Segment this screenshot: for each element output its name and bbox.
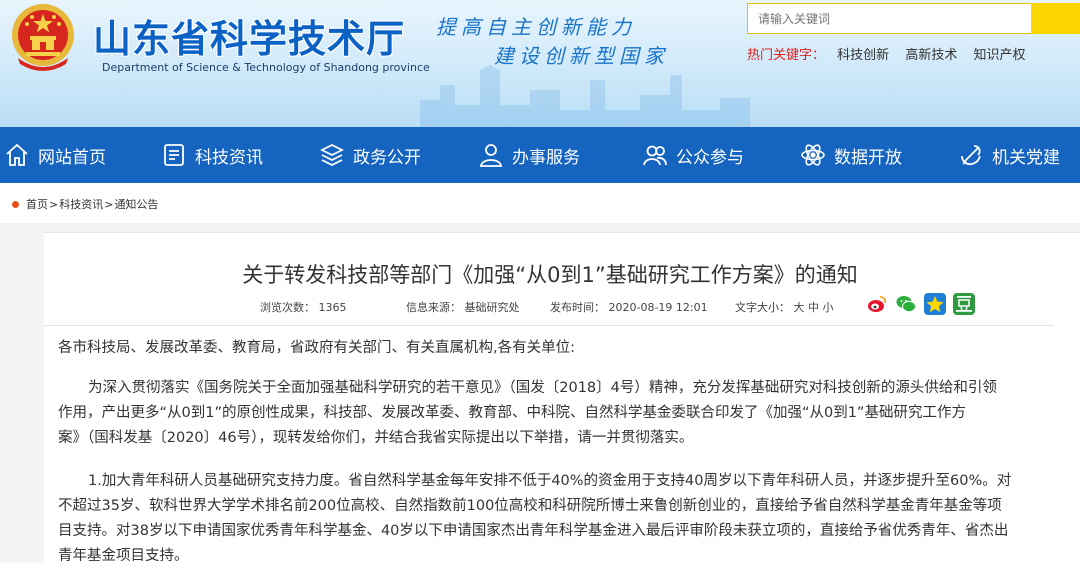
breadcrumb-dot-icon — [12, 200, 19, 208]
views-label: 浏览次数： — [260, 301, 315, 314]
nav-item-label: 机关党建 — [992, 147, 1060, 168]
views-count: 1365 — [318, 301, 347, 314]
nav-item-label: 政务公开 — [353, 147, 421, 168]
views-meta: 浏览次数： 1365 — [260, 299, 347, 315]
skyline-decoration — [420, 65, 750, 127]
nav-item-home[interactable]: 网站首页 — [4, 127, 106, 183]
paragraph-line: 1.加大青年科研人员基础研究支持力度。省自然科学基金每年安排不低于40%的资金用… — [88, 473, 1012, 489]
breadcrumb-separator: > — [49, 197, 59, 211]
people-icon — [643, 145, 667, 166]
hot-keyword-link[interactable]: 高新技术 — [905, 48, 957, 63]
breadcrumb-separator: > — [104, 197, 114, 211]
search-box — [747, 3, 1080, 34]
party-emblem-icon — [961, 145, 981, 166]
hot-keywords: 热门关键字： 科技创新 高新技术 知识产权 — [747, 44, 1037, 63]
breadcrumb-bar: 首页 > 科技资讯 > 通知公告 — [0, 183, 1080, 223]
meta-divider — [44, 325, 1054, 326]
hot-keyword-link[interactable]: 知识产权 — [973, 48, 1025, 63]
article-title: 关于转发科技部等部门《加强“从0到1”基础研究工作方案》的通知 — [242, 263, 858, 287]
font-size-label: 文字大小： — [735, 301, 790, 314]
article-panel: 关于转发科技部等部门《加强“从0到1”基础研究工作方案》的通知 浏览次数： 13… — [44, 232, 1080, 573]
salutation: 各市科技局、发展改革委、教育局，省政府有关部门、有关直属机构,各有关单位: — [58, 336, 575, 361]
qzone-star-icon[interactable] — [924, 293, 946, 315]
slogan-line-2: 建设创新型国家 — [494, 44, 669, 68]
hot-keywords-label: 热门关键字： — [747, 48, 826, 63]
paragraph-line: 为深入贯彻落实《国务院关于全面加强基础科学研究的若干意见》（国发〔2018〕4号… — [88, 380, 997, 396]
paragraph-line: 案》（国科发基〔2020〕46号），现转发给你们，并结合我省实际提出以下举措，请… — [58, 430, 694, 446]
person-service-icon — [479, 144, 503, 167]
nav-item-party[interactable]: 机关党建 — [958, 127, 1060, 183]
douban-icon[interactable] — [953, 293, 975, 315]
breadcrumb-link-home[interactable]: 首页 — [26, 196, 48, 212]
paragraph-line: 目支持。对38岁以下申请国家优秀青年科学基金、40岁以下申请国家杰出青年科学基金… — [58, 523, 1009, 539]
site-title-english: Department of Science & Technology of Sh… — [102, 61, 430, 74]
site-header: 山东省科学技术厅 Department of Science & Technol… — [0, 0, 1080, 127]
salutation-text: 各市科技局、发展改革委、教育局，省政府有关部门、有关直属机构,各有关单位: — [58, 340, 575, 356]
nav-item-label: 公众参与 — [676, 147, 744, 168]
breadcrumb-link-notices[interactable]: 通知公告 — [114, 196, 158, 212]
nav-item-services[interactable]: 办事服务 — [478, 127, 580, 183]
nav-item-label: 数据开放 — [834, 147, 902, 168]
source-value: 基础研究处 — [464, 301, 520, 314]
paragraph-line: 不超过35岁、软科世界大学学术排名前200位高校、自然指数前100位高校和科研院… — [58, 498, 1002, 514]
weibo-icon[interactable] — [866, 293, 888, 315]
layers-icon — [319, 143, 345, 167]
nav-item-label: 办事服务 — [512, 147, 580, 168]
nav-item-gov-affairs[interactable]: 政务公开 — [319, 127, 421, 183]
nav-item-label: 网站首页 — [38, 147, 106, 168]
breadcrumb-link-news[interactable]: 科技资讯 — [59, 196, 103, 212]
article-area: 关于转发科技部等部门《加强“从0到1”基础研究工作方案》的通知 浏览次数： 13… — [0, 223, 1080, 573]
font-size-large[interactable]: 大 — [794, 301, 805, 314]
nav-item-label: 科技资讯 — [195, 147, 263, 168]
font-size-medium[interactable]: 中 — [808, 301, 819, 314]
news-list-icon — [164, 144, 184, 166]
wechat-icon[interactable] — [895, 293, 917, 315]
nav-item-public[interactable]: 公众参与 — [642, 127, 744, 183]
nav-item-open-data[interactable]: 数据开放 — [800, 127, 902, 183]
paragraph-intro: 为深入贯彻落实《国务院关于全面加强基础科学研究的若干意见》（国发〔2018〕4号… — [58, 376, 997, 451]
hot-keyword-link[interactable]: 科技创新 — [837, 48, 889, 63]
breadcrumb: 首页 > 科技资讯 > 通知公告 — [12, 196, 158, 212]
main-nav: 网站首页 科技资讯 政务公开 办事服务 公众参与 数据开放 机关党建 — [0, 127, 1080, 183]
source-meta: 信息来源： 基础研究处 — [406, 299, 520, 315]
date-value: 2020-08-19 12:01 — [608, 301, 708, 314]
font-size-meta: 文字大小： 大 中 小 — [735, 299, 834, 315]
date-label: 发布时间： — [550, 301, 605, 314]
date-meta: 发布时间： 2020-08-19 12:01 — [550, 299, 708, 315]
font-size-small[interactable]: 小 — [823, 301, 834, 314]
paragraph-line: 作用，产出更多“从0到1”的原创性成果，科技部、发展改革委、教育部、中科院、自然… — [58, 405, 966, 421]
atom-icon — [801, 144, 825, 166]
source-label: 信息来源： — [406, 301, 461, 314]
nav-item-news[interactable]: 科技资讯 — [161, 127, 263, 183]
site-title: 山东省科学技术厅 — [93, 17, 406, 61]
paragraph-item-1: 1.加大青年科研人员基础研究支持力度。省自然科学基金每年安排不低于40%的资金用… — [58, 469, 1011, 569]
search-input[interactable] — [747, 3, 1031, 34]
slogan-line-1: 提高自主创新能力 — [436, 15, 636, 39]
home-icon — [6, 143, 28, 166]
paragraph-line: 青年基金项目支持。 — [58, 548, 189, 564]
search-button[interactable] — [1031, 3, 1080, 34]
national-emblem-icon — [12, 4, 74, 71]
